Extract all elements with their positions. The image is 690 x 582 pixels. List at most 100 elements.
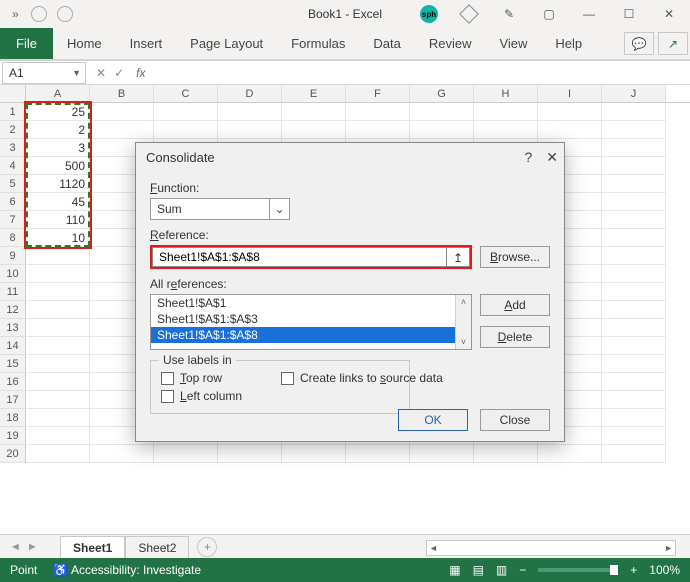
cell[interactable]: 45 [26,193,90,211]
tab-page-layout[interactable]: Page Layout [176,28,277,59]
cell[interactable] [26,283,90,301]
cell[interactable] [26,409,90,427]
reference-input[interactable] [152,247,446,267]
list-item[interactable]: Sheet1!$A$1 [151,295,471,311]
cell[interactable] [218,103,282,121]
cell[interactable] [154,445,218,463]
cell[interactable] [346,445,410,463]
col-A[interactable]: A [26,85,90,102]
cell[interactable] [538,103,602,121]
col-C[interactable]: C [154,85,218,102]
cell[interactable] [602,265,666,283]
sheet-nav-next-icon[interactable]: ► [27,541,38,553]
cell[interactable] [602,157,666,175]
row-header[interactable]: 13 [0,319,26,337]
cell[interactable] [538,121,602,139]
row-header[interactable]: 14 [0,337,26,355]
zoom-slider[interactable] [538,568,618,572]
comments-button[interactable]: 💬 [624,32,654,55]
cell[interactable]: 1120 [26,175,90,193]
diamond-icon[interactable] [450,0,488,28]
row-header[interactable]: 12 [0,301,26,319]
cell[interactable]: 110 [26,211,90,229]
minimize-icon[interactable]: — [570,0,608,28]
view-normal-icon[interactable]: ▦ [449,563,460,577]
sheet-tab[interactable]: Sheet2 [125,536,189,559]
tab-file[interactable]: File [0,28,53,59]
cell[interactable] [602,247,666,265]
qat-icon-2[interactable] [57,6,73,22]
cell[interactable] [602,193,666,211]
cell[interactable]: 25 [26,103,90,121]
row-header[interactable]: 4 [0,157,26,175]
cell[interactable] [602,175,666,193]
cell[interactable] [90,445,154,463]
tab-data[interactable]: Data [359,28,414,59]
cell[interactable] [602,409,666,427]
cell[interactable]: 3 [26,139,90,157]
cell[interactable] [154,121,218,139]
name-box[interactable]: A1 ▼ [2,62,86,84]
row-header[interactable]: 5 [0,175,26,193]
sph-icon[interactable]: sph [410,0,448,28]
cell[interactable] [26,391,90,409]
window-layout-icon[interactable]: ▢ [530,0,568,28]
cell[interactable] [26,337,90,355]
row-header[interactable]: 20 [0,445,26,463]
list-scrollbar[interactable]: ˄˅ [455,295,471,349]
row-header[interactable]: 7 [0,211,26,229]
tab-home[interactable]: Home [53,28,116,59]
row-header[interactable]: 6 [0,193,26,211]
range-picker-icon[interactable]: ↥ [446,247,470,267]
function-select[interactable]: Sum ⌄ [150,198,290,220]
list-item-selected[interactable]: Sheet1!$A$1:$A$8 [151,327,471,343]
cell[interactable] [26,247,90,265]
sheet-nav-prev-icon[interactable]: ◄ [10,541,21,553]
col-F[interactable]: F [346,85,410,102]
cell[interactable] [26,301,90,319]
fx-icon[interactable]: fx [136,66,145,80]
sheet-tab-active[interactable]: Sheet1 [60,536,125,560]
view-break-icon[interactable]: ▥ [496,563,507,577]
cell[interactable]: 2 [26,121,90,139]
cell[interactable] [410,103,474,121]
cell[interactable] [282,121,346,139]
delete-button[interactable]: Delete [480,326,550,348]
col-I[interactable]: I [538,85,602,102]
cancel-formula-icon[interactable]: ✕ [96,66,106,80]
cell[interactable] [602,103,666,121]
share-button[interactable]: ↗ [658,32,688,55]
cell[interactable] [26,265,90,283]
col-E[interactable]: E [282,85,346,102]
zoom-value[interactable]: 100% [649,563,680,577]
cell[interactable] [346,103,410,121]
cell[interactable] [602,355,666,373]
cell[interactable] [90,121,154,139]
row-header[interactable]: 3 [0,139,26,157]
cell[interactable] [346,121,410,139]
pen-icon[interactable]: ✎ [490,0,528,28]
col-D[interactable]: D [218,85,282,102]
dialog-titlebar[interactable]: Consolidate ? ✕ [136,143,564,171]
row-header[interactable]: 9 [0,247,26,265]
row-header[interactable]: 17 [0,391,26,409]
help-icon[interactable]: ? [524,149,532,166]
ok-button[interactable]: OK [398,409,468,431]
row-header[interactable]: 18 [0,409,26,427]
view-page-icon[interactable]: ▤ [473,563,484,577]
cell[interactable] [410,121,474,139]
browse-button[interactable]: Browse... [480,246,550,268]
cell[interactable] [602,283,666,301]
cell[interactable] [218,445,282,463]
cell[interactable]: 10 [26,229,90,247]
cell[interactable] [538,445,602,463]
create-links-checkbox[interactable]: Create links to source data [281,371,443,385]
accessibility-status[interactable]: ♿ Accessibility: Investigate [53,563,201,577]
row-header[interactable]: 8 [0,229,26,247]
add-button[interactable]: Add [480,294,550,316]
horizontal-scrollbar[interactable]: ◄► [426,540,676,556]
cell[interactable] [602,373,666,391]
row-header[interactable]: 15 [0,355,26,373]
maximize-icon[interactable]: ☐ [610,0,648,28]
qat-expand-icon[interactable]: » [6,5,25,23]
